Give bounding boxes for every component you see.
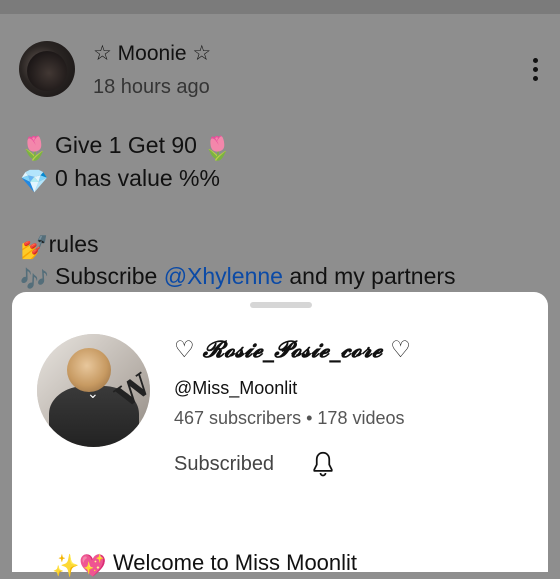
sparkles-icon: ✨ [52, 553, 80, 578]
drag-handle[interactable] [250, 302, 312, 308]
subscriber-count: 467 subscribers [174, 408, 302, 428]
post-author[interactable]: ☆ Moonie ☆ [93, 41, 211, 66]
post-line-3: 💅rules [20, 231, 99, 261]
channel-avatar[interactable]: ⌄ W [37, 334, 150, 447]
subscribed-button[interactable]: Subscribed [174, 453, 274, 476]
musical-notes-icon: 🎶 [20, 266, 49, 292]
welcome-text: Welcome to Miss Moonlit [112, 550, 358, 575]
tulip-icon: 🌷 [20, 135, 49, 161]
post-line-2: 💎 0 has value %% [20, 165, 220, 195]
stats-separator: • [306, 408, 313, 428]
post-line-1: 🌷 Give 1 Get 90 🌷 [20, 132, 232, 162]
chevron-down-icon: ⌄ [87, 386, 99, 402]
channel-name[interactable]: ♡ 𝓡𝓸𝓼𝓲𝓮_𝓟𝓸𝓼𝓲𝓮_𝓬𝓸𝓻𝓮 ♡ [174, 336, 411, 363]
channel-stats: 467 subscribers • 178 videos [174, 408, 405, 429]
post-line-text: rules [48, 231, 99, 257]
tulip-icon: 🌷 [203, 135, 232, 161]
post-line-text: 0 has value %% [55, 165, 220, 191]
nail-polish-icon: 💅 [20, 234, 49, 260]
heart-icon: 💖 [79, 553, 107, 578]
notification-bell-icon[interactable] [308, 449, 338, 479]
post-line-text: Subscribe [55, 263, 158, 289]
channel-description-preview: ✨💖 Welcome to Miss Moonlit [52, 550, 357, 579]
author-avatar[interactable] [19, 41, 75, 97]
channel-bottom-sheet: ⌄ W ♡ 𝓡𝓸𝓼𝓲𝓮_𝓟𝓸𝓼𝓲𝓮_𝓬𝓸𝓻𝓮 ♡ @Miss_Moonlit 4… [12, 292, 548, 578]
more-options-icon[interactable] [525, 58, 545, 86]
video-count: 178 videos [317, 408, 405, 428]
status-bar [0, 0, 560, 14]
post-line-text: Give 1 Get 90 [55, 132, 197, 158]
post-timestamp: 18 hours ago [93, 76, 210, 98]
gem-icon: 💎 [20, 168, 49, 194]
post-line-4: 🎶 Subscribe @Xhylenne and my partners [20, 263, 456, 293]
channel-handle: @Miss_Moonlit [174, 378, 298, 398]
mention-link[interactable]: @Xhylenne [164, 263, 283, 289]
post-line-text: and my partners [289, 263, 456, 289]
